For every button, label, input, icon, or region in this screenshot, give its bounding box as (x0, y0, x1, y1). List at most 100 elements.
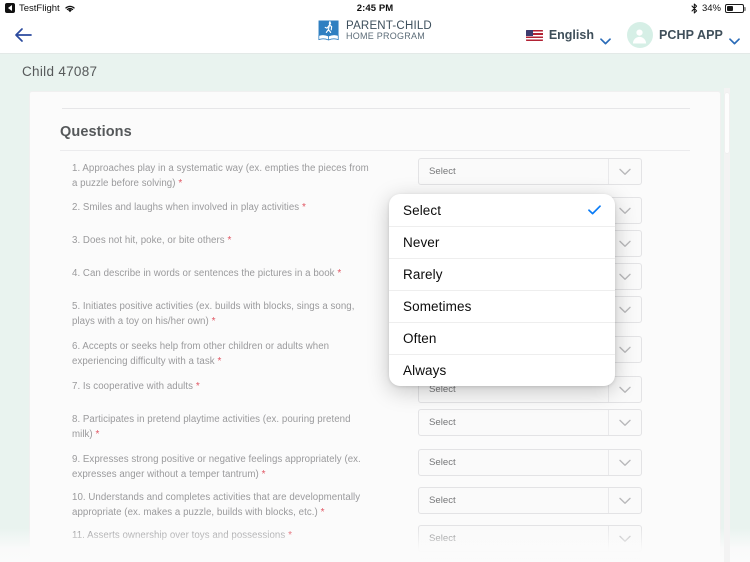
answer-select-8[interactable]: Select (418, 409, 642, 436)
back-arrow-icon (15, 28, 32, 42)
required-asterisk: * (224, 235, 232, 246)
child-title-band: Child 47087 (0, 54, 750, 88)
us-flag-icon (525, 29, 543, 41)
scrollbar-thumb[interactable] (724, 92, 730, 154)
question-label: 9. Expresses strong positive or negative… (72, 454, 361, 480)
required-asterisk: * (334, 268, 342, 279)
answer-select-12[interactable]: Select (418, 558, 642, 562)
question-answer-cell: Select (372, 158, 690, 185)
ios-status-bar: TestFlight 2:45 PM 34% (0, 0, 750, 16)
dropdown-option-label: Select (403, 202, 442, 218)
parent-child-book-logo-icon (318, 20, 339, 41)
question-answer-cell: Select (372, 449, 690, 476)
question-label: 2. Smiles and laughs when involved in pl… (72, 202, 306, 213)
question-answer-cell: Select (372, 558, 690, 562)
dropdown-option-label: Often (403, 331, 437, 346)
question-answer-cell: Select (372, 409, 690, 436)
question-label: 6. Accepts or seeks help from other chil… (72, 341, 330, 367)
required-asterisk: * (92, 429, 100, 440)
app-screen: TestFlight 2:45 PM 34% PARENT-CHILD HOME… (0, 0, 750, 562)
answer-select-value: Select (429, 533, 456, 544)
questions-card: Questions 1. Approaches play in a system… (30, 92, 720, 562)
scroll-content-area[interactable]: Questions 1. Approaches play in a system… (0, 88, 750, 562)
answer-select-9[interactable]: Select (418, 449, 642, 476)
checkmark-icon (588, 203, 601, 218)
dropdown-option-sometimes[interactable]: Sometimes (389, 290, 615, 322)
chevron-down-icon[interactable] (608, 450, 641, 475)
select-options-dropdown[interactable]: Select Never Rarely Sometimes Often Always (389, 194, 615, 386)
chevron-down-icon[interactable] (608, 526, 641, 551)
answer-select-10[interactable]: Select (418, 487, 642, 514)
required-asterisk: * (317, 507, 325, 518)
language-label: English (548, 28, 594, 42)
question-row: 12. Follows routines and rules in family… (30, 558, 720, 562)
question-row: 11. Asserts ownership over toys and poss… (30, 525, 720, 558)
required-asterisk: * (285, 530, 293, 541)
question-row: 6. Accepts or seeks help from other chil… (30, 336, 720, 376)
answer-select-1[interactable]: Select (418, 158, 642, 185)
answer-select-value: Select (429, 457, 456, 468)
dropdown-option-always[interactable]: Always (389, 354, 615, 386)
question-label: 7. Is cooperative with adults * (72, 381, 200, 392)
status-bar-right: 34% (691, 2, 746, 14)
user-menu[interactable]: PCHP APP (626, 22, 740, 48)
battery-icon (725, 3, 746, 13)
questions-heading: Questions (60, 124, 132, 140)
dropdown-option-label: Rarely (403, 267, 443, 282)
dropdown-option-never[interactable]: Never (389, 226, 615, 258)
required-asterisk: * (175, 178, 183, 189)
question-row: 4. Can describe in words or sentences th… (30, 263, 720, 296)
question-label: 10. Understands and completes activities… (72, 492, 361, 518)
question-row: 7. Is cooperative with adults * Select (30, 376, 720, 409)
app-top-nav: PARENT-CHILD HOME PROGRAM English PCHP A… (0, 16, 750, 54)
required-asterisk: * (258, 469, 266, 480)
scrollbar-track[interactable] (724, 88, 730, 562)
card-top-divider (62, 108, 690, 109)
required-asterisk: * (299, 202, 306, 213)
answer-select-11[interactable]: Select (418, 525, 642, 552)
brand-logo[interactable]: PARENT-CHILD HOME PROGRAM (318, 20, 432, 42)
page-title: Child 47087 (22, 63, 98, 79)
question-row: 9. Expresses strong positive or negative… (30, 449, 720, 487)
chevron-down-icon (729, 32, 740, 44)
question-label: 1. Approaches play in a systematic way (… (72, 163, 369, 189)
back-button[interactable] (12, 24, 38, 46)
question-label: 3. Does not hit, poke, or bite others * (72, 235, 232, 246)
heading-divider (60, 150, 690, 151)
dropdown-option-select[interactable]: Select (389, 194, 615, 226)
question-label: 11. Asserts ownership over toys and poss… (72, 530, 293, 541)
question-label: 8. Participates in pretend playtime acti… (72, 414, 351, 440)
language-selector[interactable]: English (525, 28, 611, 44)
answer-select-value: Select (429, 495, 456, 506)
dropdown-option-label: Sometimes (403, 299, 472, 314)
dropdown-option-rarely[interactable]: Rarely (389, 258, 615, 290)
question-label: 4. Can describe in words or sentences th… (72, 268, 342, 279)
bluetooth-icon (691, 3, 698, 14)
question-label: 5. Initiates positive activities (ex. bu… (72, 301, 355, 327)
dropdown-option-label: Never (403, 235, 440, 250)
question-row: 1. Approaches play in a systematic way (… (30, 158, 720, 197)
user-avatar-icon (626, 22, 653, 48)
dropdown-option-label: Always (403, 363, 447, 378)
required-asterisk: * (214, 356, 222, 367)
battery-percent-label: 34% (701, 2, 721, 14)
question-row: 2. Smiles and laughs when involved in pl… (30, 197, 720, 230)
question-row: 8. Participates in pretend playtime acti… (30, 409, 720, 449)
chevron-down-icon (600, 32, 611, 44)
question-row: 5. Initiates positive activities (ex. bu… (30, 296, 720, 336)
question-answer-cell: Select (372, 525, 690, 552)
question-answer-cell: Select (372, 487, 690, 514)
chevron-down-icon[interactable] (608, 488, 641, 513)
top-nav-right: English PCHP APP (525, 16, 740, 54)
status-bar-clock: 2:45 PM (356, 2, 394, 14)
chevron-down-icon[interactable] (608, 410, 641, 435)
brand-text: PARENT-CHILD HOME PROGRAM (346, 20, 432, 42)
chevron-down-icon[interactable] (608, 159, 641, 184)
answer-select-value: Select (429, 166, 456, 177)
questions-list: 1. Approaches play in a systematic way (… (30, 158, 720, 562)
user-name-label: PCHP APP (658, 28, 723, 42)
answer-select-value: Select (429, 417, 456, 428)
required-asterisk: * (193, 381, 200, 392)
dropdown-option-often[interactable]: Often (389, 322, 615, 354)
question-label: 12. Follows routines and rules in family… (72, 558, 372, 562)
